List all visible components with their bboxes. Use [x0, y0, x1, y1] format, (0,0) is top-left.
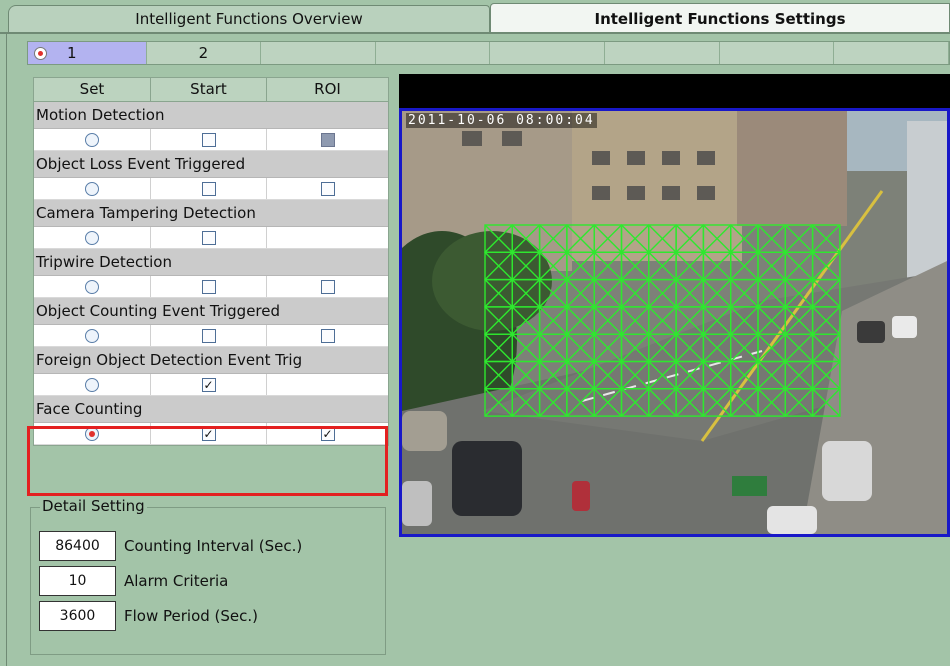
function-controls [34, 129, 388, 151]
camera-timestamp: 2011-10-06 08:00:04 [406, 113, 597, 128]
function-controls [34, 276, 388, 298]
channel-2-tab[interactable]: 2 [147, 42, 262, 64]
start-checkbox[interactable] [201, 328, 216, 343]
start-checkbox[interactable] [201, 132, 216, 147]
alarm-criteria-label: Alarm Criteria [124, 572, 229, 590]
detail-setting-legend: Detail Setting [40, 497, 147, 515]
tab-overview[interactable]: Intelligent Functions Overview [8, 5, 490, 33]
header-set: Set [34, 78, 151, 101]
start-checkbox[interactable] [201, 279, 216, 294]
channel-slot [261, 42, 376, 64]
set-radio[interactable] [85, 426, 99, 441]
flow-period-row: 3600 Flow Period (Sec.) [39, 601, 258, 631]
camera-view[interactable]: 2011-10-06 08:00:04 [399, 108, 950, 537]
header-roi: ROI [314, 80, 341, 98]
function-name: Tripwire Detection [34, 249, 388, 276]
function-name: Object Loss Event Triggered [34, 151, 388, 178]
table-header: Set Start ROI [34, 78, 388, 102]
start-checkbox[interactable]: ✓ [201, 377, 216, 392]
function-name: Object Counting Event Triggered [34, 298, 388, 325]
flow-period-input[interactable]: 3600 [39, 601, 116, 631]
panel-border [6, 34, 7, 666]
roi-checkbox[interactable] [320, 328, 335, 343]
tab-bar: Intelligent Functions Overview Intellige… [0, 0, 950, 33]
channel-slot [834, 42, 949, 64]
function-table: Set Start ROI Motion Detection Object Lo… [33, 77, 389, 446]
roi-checkbox[interactable] [320, 181, 335, 196]
function-name: Motion Detection [34, 102, 388, 129]
set-radio[interactable] [85, 132, 99, 147]
roi-checkbox[interactable] [320, 279, 335, 294]
alarm-criteria-row: 10 Alarm Criteria [39, 566, 228, 596]
camera-header-bar [399, 74, 950, 108]
set-radio[interactable] [85, 230, 99, 245]
function-controls: ✓ [34, 374, 388, 396]
function-controls: ✓ ✓ [34, 423, 388, 445]
counting-interval-row: 86400 Counting Interval (Sec.) [39, 531, 302, 561]
function-controls [34, 178, 388, 200]
channel-slot [490, 42, 606, 64]
tab-settings[interactable]: Intelligent Functions Settings [490, 3, 950, 33]
start-checkbox[interactable]: ✓ [201, 426, 216, 441]
function-controls [34, 227, 388, 249]
alarm-criteria-input[interactable]: 10 [39, 566, 116, 596]
channel-2-label: 2 [198, 44, 209, 62]
roi-checkbox[interactable]: ✓ [320, 426, 335, 441]
tab-divider [0, 32, 950, 34]
counting-interval-input[interactable]: 86400 [39, 531, 116, 561]
counting-interval-label: Counting Interval (Sec.) [124, 537, 303, 555]
set-radio[interactable] [85, 181, 99, 196]
channel-1-tab[interactable]: 1 [28, 42, 147, 64]
set-radio[interactable] [85, 328, 99, 343]
function-name: Foreign Object Detection Event Trig [34, 347, 388, 374]
set-radio[interactable] [85, 377, 99, 392]
header-start: Start [151, 78, 267, 101]
channel-strip: 1 2 [27, 41, 950, 65]
channel-slot [605, 42, 720, 64]
start-checkbox[interactable] [201, 230, 216, 245]
set-radio[interactable] [85, 279, 99, 294]
channel-1-radio[interactable] [34, 46, 47, 60]
camera-scene [402, 111, 947, 534]
function-name: Face Counting [34, 396, 388, 423]
flow-period-label: Flow Period (Sec.) [124, 607, 259, 625]
channel-slot [376, 42, 491, 64]
function-name: Camera Tampering Detection [34, 200, 388, 227]
channel-slot [720, 42, 835, 64]
channel-1-label: 1 [67, 44, 77, 62]
start-checkbox[interactable] [201, 181, 216, 196]
function-controls [34, 325, 388, 347]
roi-checkbox [320, 132, 335, 147]
